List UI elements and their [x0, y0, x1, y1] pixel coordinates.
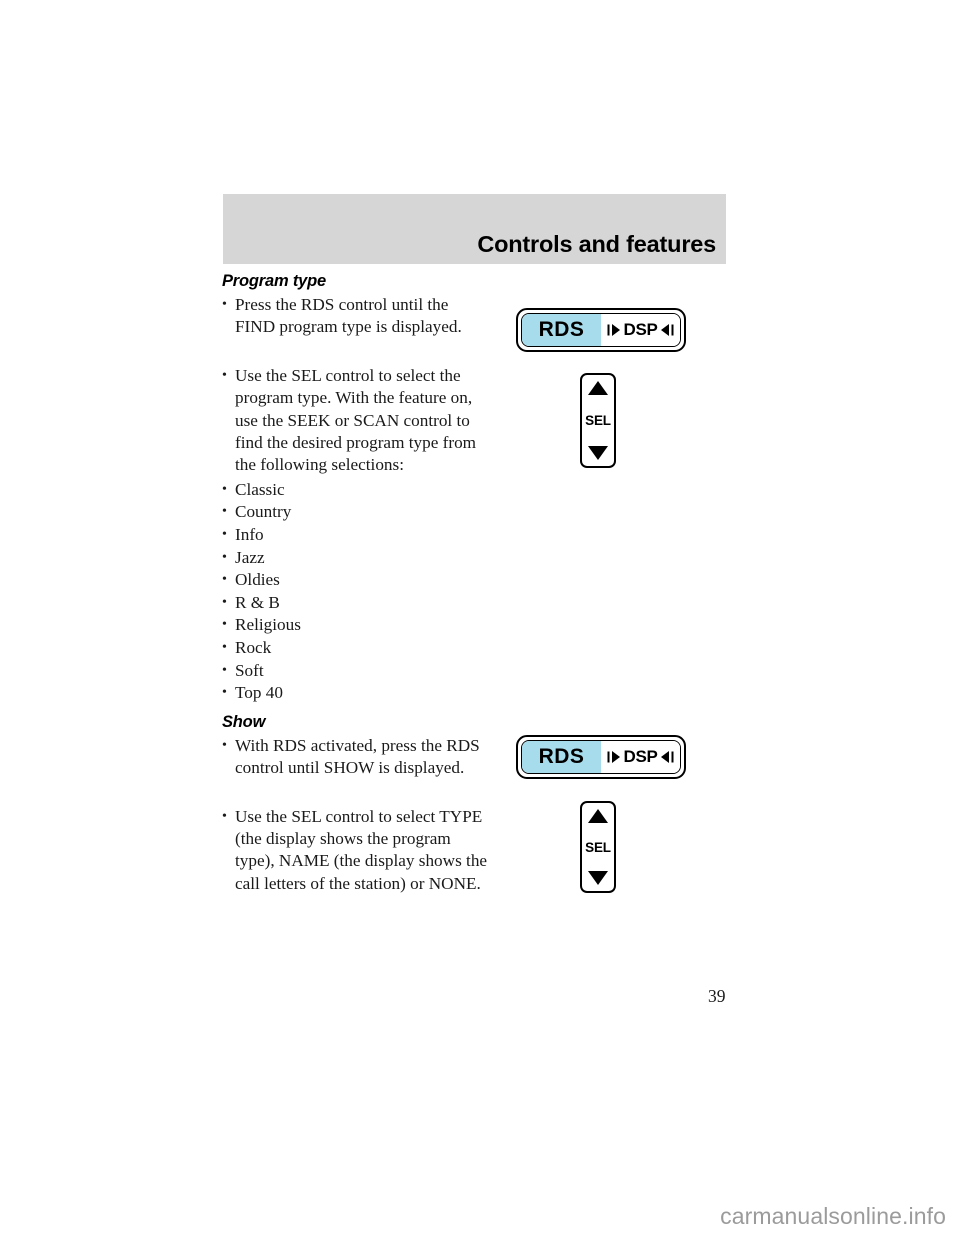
program-type-option-list: • Classic • Country • Info • Jazz • Oldi…: [222, 479, 490, 705]
bullet-text: Press the RDS control until the FIND pro…: [235, 295, 462, 337]
sound-left-arrow-icon: [607, 749, 622, 765]
list-item-label: R & B: [235, 592, 280, 612]
bullet-marker: •: [222, 297, 227, 312]
list-item-label: Info: [235, 525, 264, 545]
list-item: • R & B: [222, 592, 490, 615]
bullet-marker: •: [222, 662, 227, 678]
page-number: 39: [708, 986, 726, 1006]
triangle-up-icon: [588, 809, 608, 823]
list-item-label: Soft: [235, 660, 264, 680]
bullet-marker: •: [222, 527, 227, 543]
triangle-down-icon: [588, 871, 608, 885]
manual-page: Controls and features Program type • Pre…: [0, 0, 960, 1242]
rds-button-half: RDS: [522, 314, 601, 346]
list-item-label: Top 40: [235, 683, 283, 703]
rds-label: RDS: [538, 745, 585, 768]
bullet-marker: •: [222, 617, 227, 633]
sel-label: SEL: [585, 413, 611, 428]
list-item-label: Country: [235, 502, 292, 522]
chapter-header-band: Controls and features: [223, 194, 726, 264]
list-item: • Jazz: [222, 547, 490, 570]
dsp-button-half: DSP: [601, 314, 680, 346]
list-item-label: Oldies: [235, 570, 280, 590]
bullet-item: • With RDS activated, press the RDS cont…: [222, 735, 490, 780]
figure-sel-control-top: SEL: [580, 373, 616, 468]
bullet-marker: •: [222, 640, 227, 655]
bullet-marker: •: [222, 481, 227, 497]
figure-sel-control-bottom: SEL: [580, 801, 616, 893]
chapter-title: Controls and features: [477, 231, 716, 257]
dsp-button-half: DSP: [601, 741, 680, 773]
sel-label: SEL: [585, 839, 611, 855]
bullet-item: • Use the SEL control to select TYPE (th…: [222, 806, 490, 896]
bullet-marker: •: [222, 504, 227, 520]
bullet-marker: •: [222, 685, 227, 701]
figure-rds-dsp-button-top: RDS DSP: [516, 308, 686, 352]
bullet-marker: •: [222, 549, 227, 565]
bullet-item: • Use the SEL control to select the prog…: [222, 365, 490, 477]
section-heading-show: Show: [222, 712, 266, 731]
list-item: • Info: [222, 524, 490, 547]
dsp-label: DSP: [623, 320, 658, 339]
sound-right-arrow-icon: [659, 749, 674, 765]
list-item: • Top 40: [222, 682, 490, 705]
triangle-down-icon: [588, 446, 608, 460]
section-heading-program-type: Program type: [222, 272, 326, 290]
bullet-marker: •: [222, 594, 227, 610]
list-item: • Religious: [222, 614, 490, 637]
sound-left-arrow-icon: [607, 322, 622, 338]
bullet-marker: •: [222, 808, 227, 824]
rds-label: RDS: [538, 318, 585, 341]
list-item: • Rock: [222, 637, 490, 660]
rds-button-inner-outline: RDS DSP: [521, 740, 681, 774]
bullet-text: Use the SEL control to select TYPE (the …: [235, 806, 488, 893]
body-text-column: Program type • Press the RDS control unt…: [222, 272, 490, 895]
site-watermark: carmanualsonline.info: [720, 1203, 946, 1229]
rds-button-half: RDS: [522, 741, 601, 773]
bullet-text: Use the SEL control to select the progra…: [235, 365, 477, 475]
triangle-up-icon: [588, 381, 608, 395]
list-item-label: Jazz: [235, 547, 265, 567]
bullet-text: With RDS activated, press the RDS contro…: [235, 735, 480, 778]
rds-button-inner-outline: RDS DSP: [521, 313, 681, 347]
bullet-marker: •: [222, 572, 227, 588]
list-item: • Country: [222, 501, 490, 524]
bullet-marker: •: [222, 367, 227, 383]
list-item-label: Classic: [235, 479, 285, 499]
sound-right-arrow-icon: [659, 322, 674, 338]
list-item: • Soft: [222, 660, 490, 683]
list-item-label: Religious: [235, 615, 301, 635]
list-item: • Classic: [222, 479, 490, 502]
bullet-marker: •: [222, 737, 227, 753]
bullet-item: • Press the RDS control until the FIND p…: [222, 294, 490, 339]
dsp-label: DSP: [623, 747, 658, 766]
figure-rds-dsp-button-bottom: RDS DSP: [516, 735, 686, 779]
list-item: • Oldies: [222, 569, 490, 592]
list-item-label: Rock: [235, 638, 272, 657]
